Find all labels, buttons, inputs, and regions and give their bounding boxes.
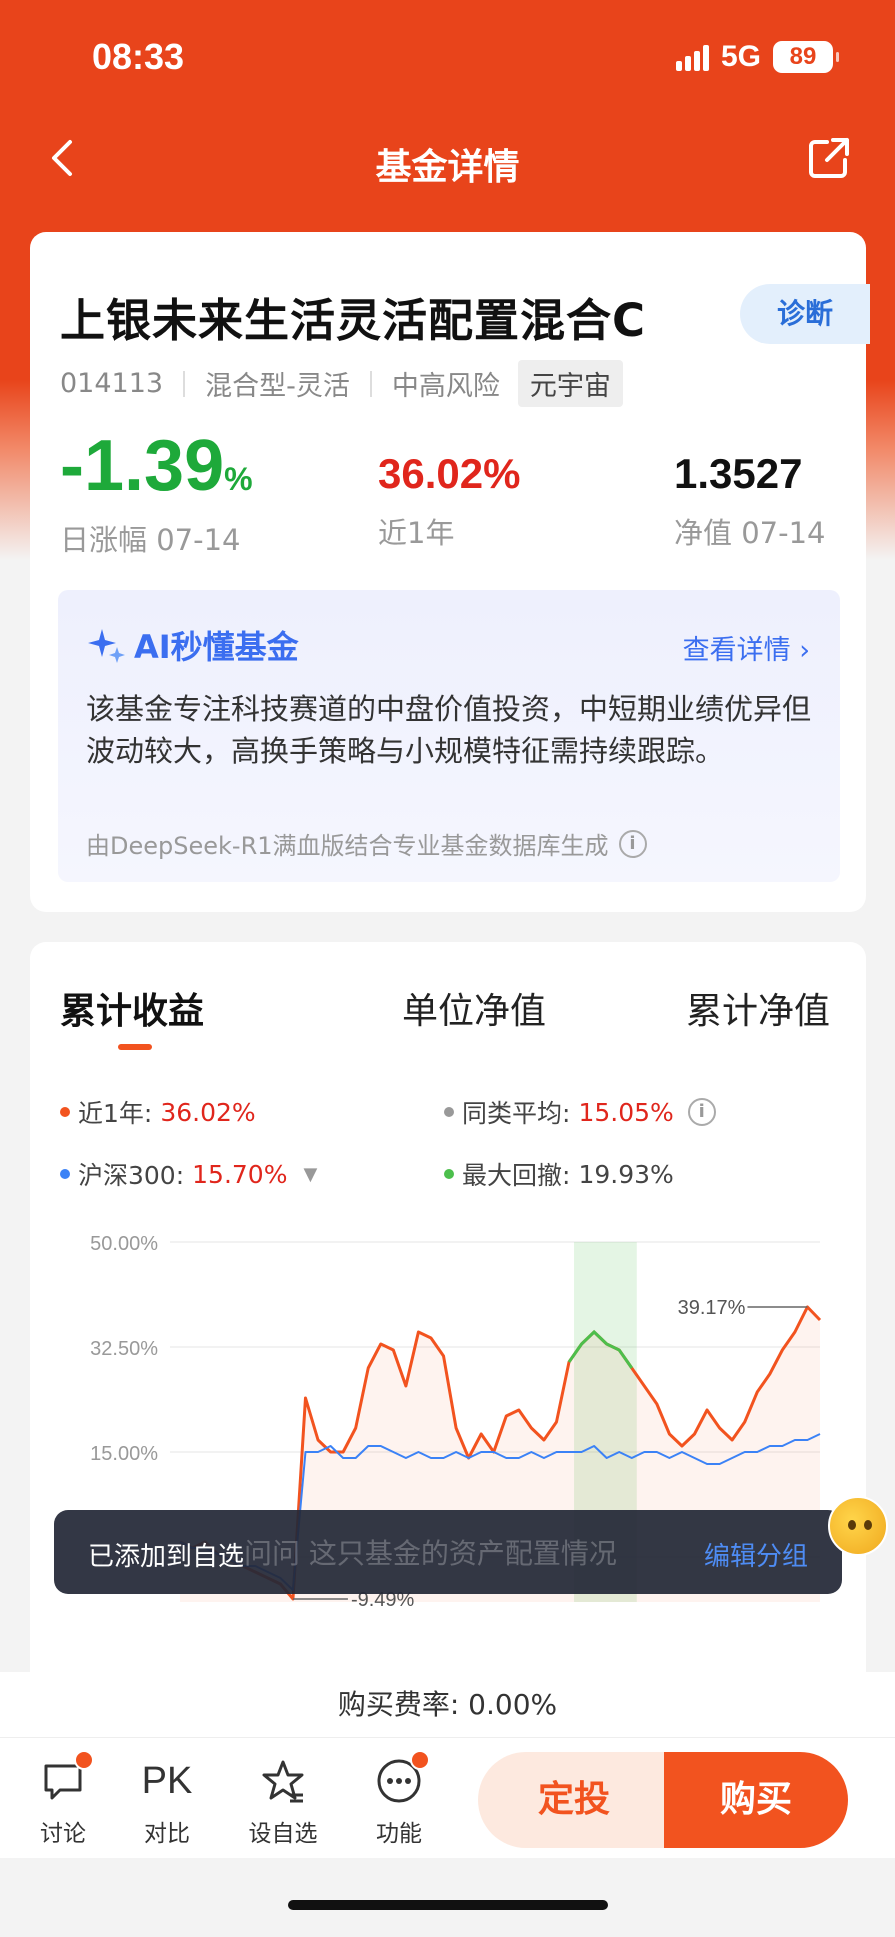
legend-fund-value: 36.02%: [160, 1097, 256, 1127]
more-functions-label: 功能: [376, 1821, 422, 1847]
nav-stat: 1.3527 净值 07-14: [674, 444, 826, 552]
fund-meta: 014113 混合型-灵活 中高风险 元宇宙: [60, 360, 623, 407]
legend-peer: 同类平均: 15.05% i: [444, 1094, 716, 1130]
ai-source-text: 由DeepSeek-R1满血版结合专业基金数据库生成: [86, 832, 609, 860]
sparkle-icon: [88, 629, 125, 663]
more-functions-button[interactable]: 功能: [354, 1750, 444, 1848]
max-annotation-label: 39.17%: [678, 1297, 746, 1319]
caret-down-icon: ▼: [303, 1163, 318, 1185]
legend-dot: [60, 1107, 70, 1117]
notification-badge: [74, 1750, 94, 1770]
y-tick-label: 50.00%: [90, 1233, 158, 1255]
legend-dot: [60, 1169, 70, 1179]
legend-drawdown-label: 最大回撤:: [462, 1161, 571, 1190]
nav-bar: 基金详情: [0, 128, 895, 192]
share-icon[interactable]: [805, 134, 853, 182]
daily-change-stat: -1.39% 日涨幅 07-14: [60, 428, 253, 559]
signal-icon: [675, 43, 709, 71]
ai-more-label: 查看详情: [682, 635, 791, 666]
toast: 问问 这只基金的资产配置情况 已添加到自选 编辑分组: [54, 1510, 842, 1594]
sip-button[interactable]: 定投: [478, 1752, 670, 1848]
tab-accumulated-nav[interactable]: 累计净值: [686, 982, 830, 1034]
y-tick-label: 15.00%: [90, 1443, 158, 1465]
buy-button[interactable]: 购买: [664, 1752, 848, 1848]
chevron-right-icon: ›: [799, 635, 810, 666]
compare-label: 对比: [144, 1821, 190, 1847]
toast-message: 已添加到自选: [88, 1542, 245, 1572]
legend-index-label: 沪深300:: [78, 1161, 185, 1190]
bottom-bar: 讨论 PK 对比 设自选 功能 定投 购买: [0, 1738, 895, 1858]
discuss-button[interactable]: 讨论: [18, 1750, 108, 1848]
ai-summary-title: AI秒懂基金: [134, 628, 299, 666]
battery-icon: 89: [773, 41, 839, 73]
divider: [183, 370, 186, 397]
tab-cumulative-return[interactable]: 累计收益: [60, 982, 204, 1034]
add-watchlist-label: 设自选: [248, 1821, 318, 1847]
star-icon: [262, 1760, 304, 1803]
legend-peer-value: 15.05%: [578, 1097, 674, 1127]
status-time: 08:33: [92, 36, 185, 77]
ai-summary-text: 该基金专注科技赛道的中盘价值投资，中短期业绩优异但波动较大，高换手策略与小规模特…: [86, 692, 812, 768]
daily-change-unit: %: [224, 461, 253, 497]
tab-unit-nav[interactable]: 单位净值: [402, 982, 546, 1034]
legend-peer-label: 同类平均:: [462, 1099, 571, 1128]
page-title: 基金详情: [375, 147, 520, 188]
notification-badge: [410, 1750, 430, 1770]
fund-summary-card: 上银未来生活灵活配置混合C 诊断 014113 混合型-灵活 中高风险 元宇宙 …: [30, 232, 870, 912]
nav-value: 1.3527: [674, 450, 803, 497]
theme-tag[interactable]: 元宇宙: [517, 360, 623, 407]
ai-more-link[interactable]: 查看详情 ›: [683, 628, 810, 667]
legend-fund-label: 近1年:: [78, 1099, 153, 1128]
legend-drawdown-value: 19.93%: [578, 1159, 674, 1189]
discuss-label: 讨论: [40, 1821, 86, 1847]
legend-fund: 近1年: 36.02%: [60, 1094, 256, 1130]
purchase-fee: 购买费率: 0.00%: [0, 1672, 895, 1738]
one-year-stat: 36.02% 近1年: [378, 444, 520, 552]
info-icon[interactable]: i: [687, 1098, 716, 1126]
y-tick-label: 32.50%: [90, 1338, 158, 1360]
fund-code: 014113: [60, 368, 164, 399]
tab-indicator: [118, 1044, 152, 1050]
chart-tabs: 累计收益 单位净值 累计净值: [60, 982, 836, 1042]
legend-index-value: 15.70%: [192, 1159, 288, 1189]
diagnose-button[interactable]: 诊断: [740, 284, 870, 344]
add-watchlist-button[interactable]: 设自选: [238, 1756, 328, 1848]
assistant-avatar-icon[interactable]: [828, 1496, 888, 1556]
daily-change-value: -1.39: [60, 426, 225, 506]
home-indicator: [288, 1900, 608, 1910]
daily-change-label: 日涨幅 07-14: [60, 523, 241, 557]
toast-background-text: 问问 这只基金的资产配置情况: [244, 1537, 617, 1570]
fund-name: 上银未来生活灵活配置混合C: [60, 294, 647, 347]
fund-type: 混合型-灵活: [205, 371, 350, 402]
info-icon[interactable]: i: [618, 829, 647, 858]
legend-index[interactable]: 沪深300: 15.70% ▼: [60, 1156, 317, 1192]
one-year-label: 近1年: [378, 516, 455, 550]
ai-summary-box[interactable]: AI秒懂基金 查看详情 › 该基金专注科技赛道的中盘价值投资，中短期业绩优异但波…: [58, 590, 840, 882]
legend-dot: [444, 1169, 454, 1179]
status-bar: 08:33 5G 89: [0, 0, 895, 120]
one-year-value: 36.02%: [378, 450, 521, 497]
legend-dot: [444, 1107, 454, 1117]
legend-drawdown: 最大回撤: 19.93%: [444, 1156, 674, 1192]
edit-group-link[interactable]: 编辑分组: [704, 1536, 808, 1573]
ai-source-line: 由DeepSeek-R1满血版结合专业基金数据库生成 i: [86, 826, 647, 861]
nav-label: 净值 07-14: [674, 516, 826, 550]
fund-risk: 中高风险: [391, 371, 500, 402]
pk-icon: PK: [141, 1759, 193, 1802]
divider: [369, 370, 372, 397]
compare-button[interactable]: PK 对比: [122, 1756, 212, 1848]
network-type: 5G: [720, 40, 761, 73]
